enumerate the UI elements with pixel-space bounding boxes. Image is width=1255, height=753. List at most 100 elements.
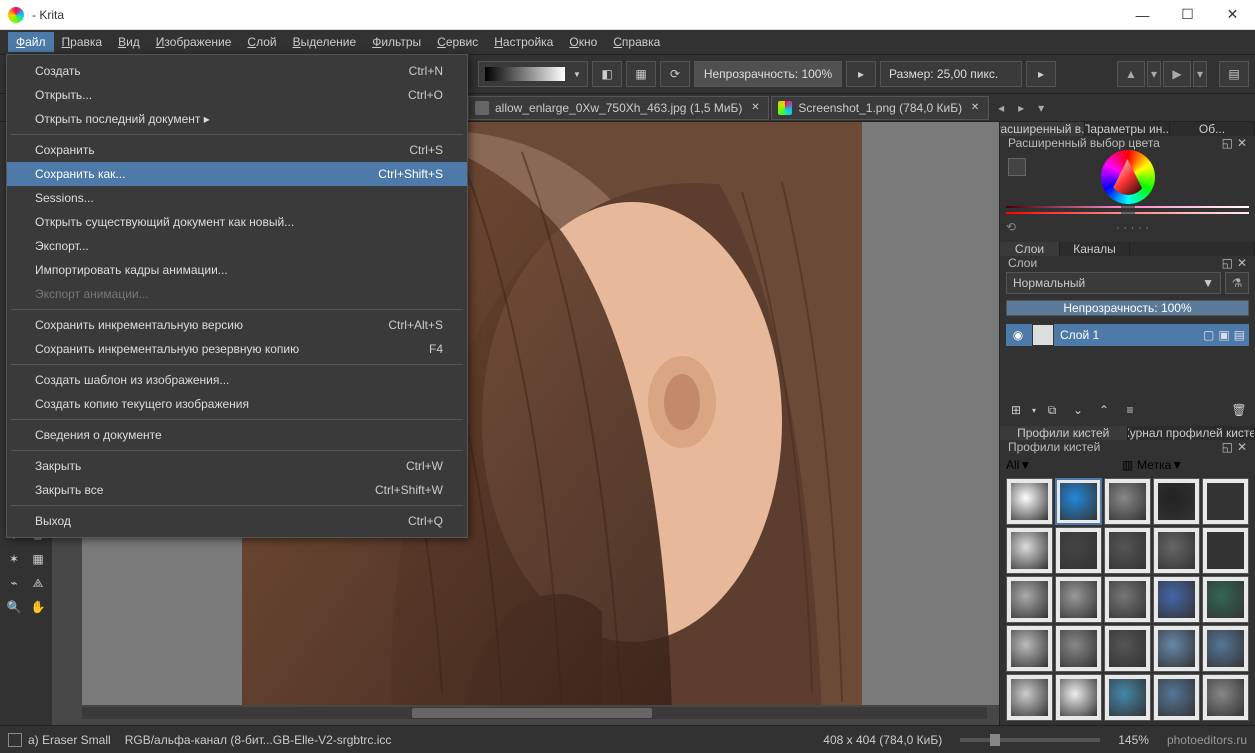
menu-слой[interactable]: Слой xyxy=(239,32,284,52)
menu-окно[interactable]: Окно xyxy=(561,32,605,52)
tab-scroll-right[interactable]: ▸ xyxy=(1011,101,1031,115)
brush-preset[interactable] xyxy=(1153,527,1200,574)
color-swatch-icon[interactable] xyxy=(1008,158,1026,176)
brush-preset[interactable] xyxy=(1202,576,1249,623)
duplicate-layer-button[interactable]: ⧉ xyxy=(1042,400,1062,420)
menu-файл[interactable]: Файл xyxy=(8,32,54,52)
menu-вид[interactable]: Вид xyxy=(110,32,148,52)
float-icon[interactable]: ◱ xyxy=(1222,136,1233,150)
undo-icon[interactable]: ⟲ xyxy=(1006,220,1016,234)
mirror-h-button[interactable]: ▲ xyxy=(1117,61,1145,87)
brush-preset[interactable] xyxy=(1104,478,1151,525)
file-menu-item[interactable]: Сохранить инкрементальную версиюCtrl+Alt… xyxy=(7,313,467,337)
file-menu-item[interactable]: ЗакрытьCtrl+W xyxy=(7,454,467,478)
brush-preset[interactable] xyxy=(1104,576,1151,623)
brush-filter-combo[interactable]: All▼ xyxy=(1006,458,1118,472)
tab-scroll-left[interactable]: ◂ xyxy=(991,101,1011,115)
move-up-button[interactable]: ⌃ xyxy=(1094,400,1114,420)
file-menu-item[interactable]: Закрыть всеCtrl+Shift+W xyxy=(7,478,467,502)
blend-mode-combo[interactable]: Нормальный▼ xyxy=(1006,272,1221,294)
alpha-toggle[interactable]: ▦ xyxy=(626,61,656,87)
brush-preset[interactable] xyxy=(1006,625,1053,672)
brush-preset[interactable] xyxy=(1006,478,1053,525)
close-icon[interactable]: ✕ xyxy=(1237,136,1247,150)
brush-preset[interactable] xyxy=(1104,527,1151,574)
move-down-button[interactable]: ⌄ xyxy=(1068,400,1088,420)
close-icon[interactable]: ✕ xyxy=(968,101,982,115)
brush-preset[interactable] xyxy=(1202,625,1249,672)
brush-preset[interactable] xyxy=(1006,527,1053,574)
alpha-lock-icon[interactable]: ▣ xyxy=(1218,328,1229,342)
bezier-tool[interactable]: ⌁ xyxy=(5,574,23,592)
panel-tab-advanced-color[interactable]: Расширенный в... xyxy=(1000,122,1085,136)
panel-tab-about[interactable]: Об... xyxy=(1170,122,1255,136)
file-menu-item[interactable]: Создать копию текущего изображения xyxy=(7,392,467,416)
mirror-v-button[interactable]: ▶ xyxy=(1163,61,1191,87)
file-menu-item[interactable]: Открыть существующий документ как новый.… xyxy=(7,210,467,234)
close-button[interactable]: ✕ xyxy=(1210,0,1255,30)
float-icon[interactable]: ◱ xyxy=(1222,256,1233,270)
panel-tab-tool-options[interactable]: Параметры ин... xyxy=(1085,122,1170,136)
channels-tab[interactable]: Каналы xyxy=(1060,242,1130,256)
brush-preset[interactable] xyxy=(1153,625,1200,672)
opacity-step[interactable]: ▸ xyxy=(846,61,876,87)
color-wheel[interactable] xyxy=(1000,150,1255,204)
brush-preset[interactable] xyxy=(1055,576,1102,623)
file-menu-item[interactable]: Сведения о документе xyxy=(7,423,467,447)
pan-tool[interactable]: ✋ xyxy=(29,598,47,616)
reload-button[interactable]: ⟳ xyxy=(660,61,690,87)
brush-preset[interactable] xyxy=(1153,674,1200,721)
brush-preset[interactable] xyxy=(1202,527,1249,574)
add-layer-button[interactable]: ⊞ xyxy=(1006,400,1026,420)
lock-icon[interactable]: ▢ xyxy=(1203,328,1214,342)
brush-preset[interactable] xyxy=(1055,478,1102,525)
layer-settings-button[interactable]: ≡ xyxy=(1120,400,1140,420)
brush-preset[interactable] xyxy=(1055,527,1102,574)
menu-фильтры[interactable]: Фильтры xyxy=(364,32,429,52)
float-icon[interactable]: ◱ xyxy=(1222,440,1233,454)
menu-настройка[interactable]: Настройка xyxy=(486,32,561,52)
file-menu-item[interactable]: СоздатьCtrl+N xyxy=(7,59,467,83)
menu-справка[interactable]: Справка xyxy=(605,32,668,52)
close-icon[interactable]: ✕ xyxy=(1237,440,1247,454)
maximize-button[interactable]: ☐ xyxy=(1165,0,1210,30)
size-step[interactable]: ▸ xyxy=(1026,61,1056,87)
file-menu-item[interactable]: СохранитьCtrl+S xyxy=(7,138,467,162)
file-menu-item[interactable]: Сохранить инкрементальную резервную копи… xyxy=(7,337,467,361)
close-icon[interactable]: ✕ xyxy=(748,101,762,115)
brush-preset[interactable] xyxy=(1006,674,1053,721)
doc-tab-2[interactable]: Screenshot_1.png (784,0 КиБ) ✕ xyxy=(771,96,989,120)
brush-presets-tab[interactable]: Профили кистей xyxy=(1000,426,1128,440)
brush-preset[interactable] xyxy=(1202,478,1249,525)
zoom-tool[interactable]: 🔍 xyxy=(5,598,23,616)
brush-tag-combo[interactable]: Метка▼ xyxy=(1137,458,1249,472)
file-menu-item[interactable]: Экспорт... xyxy=(7,234,467,258)
file-menu-item[interactable]: Открыть последний документ ▸ xyxy=(7,107,467,131)
opacity-slider[interactable]: Непрозрачность: 100% xyxy=(694,61,842,87)
menu-выделение[interactable]: Выделение xyxy=(285,32,365,52)
size-field[interactable]: Размер: 25,00 пикс. xyxy=(880,61,1022,87)
file-menu-item[interactable]: Сохранить как...Ctrl+Shift+S xyxy=(7,162,467,186)
close-icon[interactable]: ✕ xyxy=(1237,256,1247,270)
brush-preset[interactable] xyxy=(1055,625,1102,672)
mask-tool[interactable]: ▦ xyxy=(29,550,47,568)
brush-preset[interactable] xyxy=(1104,625,1151,672)
brush-preset[interactable] xyxy=(1202,674,1249,721)
inherit-alpha-icon[interactable]: ▤ xyxy=(1234,328,1245,342)
brush-history-tab[interactable]: Журнал профилей кистей xyxy=(1128,426,1255,440)
wand-tool[interactable]: ✶ xyxy=(5,550,23,568)
h-scrollbar[interactable] xyxy=(82,707,987,719)
mirror-h-menu[interactable]: ▾ xyxy=(1147,61,1161,87)
brush-preset[interactable] xyxy=(1153,576,1200,623)
minimize-button[interactable]: — xyxy=(1120,0,1165,30)
menu-правка[interactable]: Правка xyxy=(54,32,111,52)
menu-изображение[interactable]: Изображение xyxy=(148,32,240,52)
file-menu-item[interactable]: Создать шаблон из изображения... xyxy=(7,368,467,392)
file-menu-item[interactable]: ВыходCtrl+Q xyxy=(7,509,467,533)
zoom-slider[interactable] xyxy=(960,738,1100,742)
layer-opacity-slider[interactable]: Непрозрачность: 100% xyxy=(1006,300,1249,316)
doc-tab-1[interactable]: allow_enlarge_0Xw_750Xh_463.jpg (1,5 МиБ… xyxy=(468,96,769,120)
layers-tab[interactable]: Слои xyxy=(1000,242,1060,256)
brush-preset[interactable] xyxy=(1006,576,1053,623)
brush-preset[interactable] xyxy=(1055,674,1102,721)
